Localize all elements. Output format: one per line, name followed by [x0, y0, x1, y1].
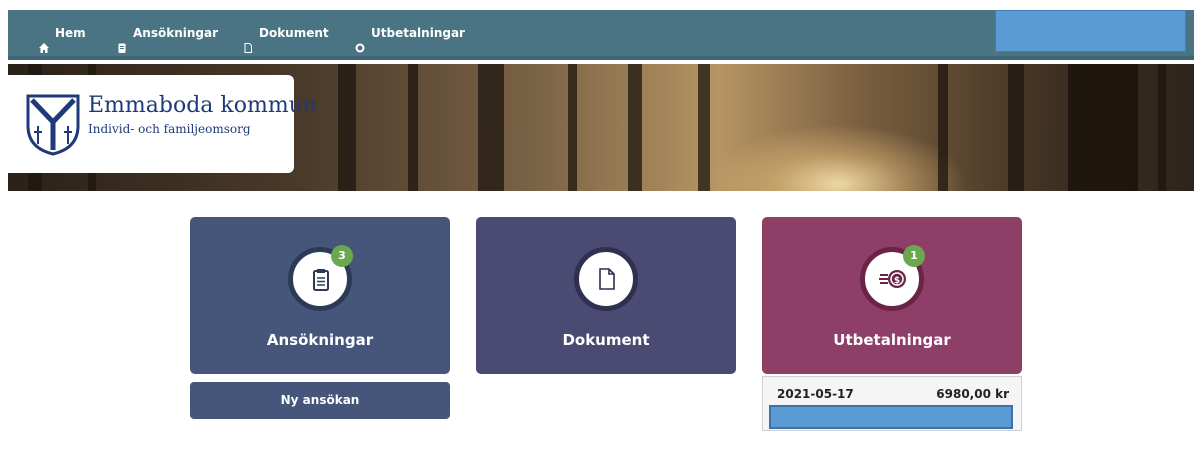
- nav-item-label: Hem: [55, 26, 86, 40]
- nav-item-ansokningar[interactable]: Ansökningar: [116, 10, 218, 56]
- nav-item-hem[interactable]: Hem: [38, 10, 86, 56]
- nav-item-label: Ansökningar: [133, 26, 219, 40]
- notification-badge: 1: [903, 245, 925, 267]
- notification-badge: 3: [331, 245, 353, 267]
- money-icon: [354, 27, 366, 53]
- nav-item-label: Dokument: [259, 26, 329, 40]
- card-label: Utbetalningar: [833, 331, 951, 349]
- logo-subtitle: Individ- och familjeomsorg: [88, 122, 251, 136]
- new-application-button[interactable]: Ny ansökan: [190, 382, 450, 419]
- nav-item-label: Utbetalningar: [371, 26, 465, 40]
- home-icon: [38, 27, 50, 53]
- redacted-user-area: [995, 10, 1186, 52]
- svg-text:$: $: [894, 276, 900, 286]
- clipboard-icon: [116, 27, 128, 53]
- card-dokument[interactable]: Dokument: [476, 217, 736, 374]
- card-ansokningar[interactable]: 3 Ansökningar: [190, 217, 450, 374]
- document-icon: [599, 268, 615, 290]
- document-icon: [242, 27, 254, 53]
- payment-date: 2021-05-17: [777, 387, 854, 401]
- redacted-payment-detail: [769, 405, 1013, 429]
- logo-title: Emmaboda kommun: [88, 93, 318, 118]
- card-label: Dokument: [562, 331, 650, 349]
- clipboard-icon: [313, 269, 329, 291]
- top-navigation: Hem Ansökningar Dokument Utbetalningar: [8, 10, 1194, 60]
- money-icon: $: [879, 270, 906, 288]
- payment-amount: 6980,00 kr: [936, 387, 1009, 401]
- card-label: Ansökningar: [266, 331, 374, 349]
- latest-payment-panel[interactable]: 2021-05-17 6980,00 kr: [762, 376, 1022, 431]
- nav-item-dokument[interactable]: Dokument: [242, 10, 329, 56]
- municipality-crest-icon: [24, 92, 82, 156]
- card-icon-circle: [574, 247, 638, 311]
- nav-item-utbetalningar[interactable]: Utbetalningar: [354, 10, 465, 56]
- card-utbetalningar[interactable]: $ 1 Utbetalningar: [762, 217, 1022, 374]
